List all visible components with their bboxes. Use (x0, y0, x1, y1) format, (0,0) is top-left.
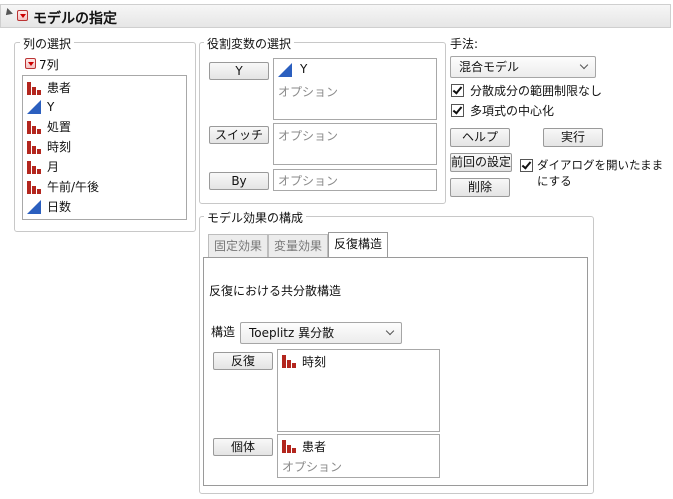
nominal-icon (27, 120, 41, 134)
nominal-icon (27, 81, 41, 95)
switch-role-button[interactable]: スイッチ (209, 126, 269, 144)
page-title: モデルの指定 (33, 11, 117, 27)
subject-button[interactable]: 個体 (213, 438, 273, 456)
tab-repeated-structure[interactable]: 反復構造 (328, 232, 388, 257)
columns-red-triangle-icon[interactable] (25, 58, 36, 69)
y-role-value[interactable]: Y (300, 62, 307, 76)
covariance-section-title: 反復における共分散構造 (209, 284, 342, 298)
method-dropdown[interactable]: 混合モデル (450, 56, 596, 78)
column-list[interactable]: 患者 Y 処置 時刻 月 午前/午後 日数 (22, 75, 187, 220)
remove-button[interactable]: 削除 (450, 178, 510, 197)
chevron-down-icon (385, 326, 395, 336)
nominal-icon (282, 354, 296, 368)
by-role-list[interactable]: オプション (273, 169, 437, 191)
continuous-icon (278, 63, 292, 77)
nominal-icon (27, 180, 41, 194)
switch-role-option[interactable]: オプション (278, 127, 338, 144)
keep-dialog-checkbox[interactable] (520, 159, 533, 172)
center-poly-checkbox[interactable] (451, 104, 464, 117)
y-role-button[interactable]: Y (209, 62, 269, 80)
column-count-label: 7列 (39, 58, 59, 72)
repeated-list[interactable]: 時刻 (277, 349, 440, 432)
nominal-icon (27, 140, 41, 154)
structure-selected: Toeplitz 異分散 (249, 326, 335, 340)
run-button[interactable]: 実行 (543, 128, 603, 147)
column-selection-legend: 列の選択 (20, 35, 75, 52)
subject-option[interactable]: オプション (282, 458, 342, 475)
structure-dropdown[interactable]: Toeplitz 異分散 (240, 322, 402, 344)
y-role-list[interactable]: Y オプション (273, 58, 437, 120)
center-poly-label[interactable]: 多項式の中心化 (470, 102, 554, 119)
repeated-button[interactable]: 反復 (213, 352, 273, 370)
nominal-icon (282, 439, 296, 453)
continuous-icon (27, 200, 41, 214)
method-label: 手法: (450, 37, 479, 51)
keep-dialog-label[interactable]: ダイアログを開いたままにする (537, 157, 673, 189)
chevron-down-icon (579, 60, 589, 70)
variance-bound-checkbox[interactable] (451, 84, 464, 97)
recall-button[interactable]: 前回の設定 (450, 153, 512, 172)
tab-fixed-effects[interactable]: 固定効果 (208, 234, 268, 258)
variance-bound-label[interactable]: 分散成分の範囲制限なし (470, 82, 602, 99)
switch-role-list[interactable]: オプション (273, 123, 437, 165)
nominal-icon (27, 160, 41, 174)
by-role-option[interactable]: オプション (278, 172, 338, 189)
y-role-option[interactable]: オプション (278, 83, 338, 100)
subject-list[interactable]: 患者 オプション (277, 434, 440, 478)
structure-label: 構造 (211, 325, 236, 339)
subject-value[interactable]: 患者 (302, 438, 326, 455)
help-button[interactable]: ヘルプ (450, 128, 510, 147)
by-role-button[interactable]: By (209, 172, 269, 190)
red-triangle-menu-icon[interactable] (17, 10, 28, 21)
repeated-value[interactable]: 時刻 (302, 353, 326, 370)
model-effects-legend: モデル効果の構成 (204, 209, 307, 226)
tab-random-effects[interactable]: 変量効果 (268, 234, 328, 258)
role-variables-legend: 役割変数の選択 (204, 35, 295, 52)
continuous-icon (27, 100, 41, 114)
method-selected: 混合モデル (459, 60, 520, 74)
